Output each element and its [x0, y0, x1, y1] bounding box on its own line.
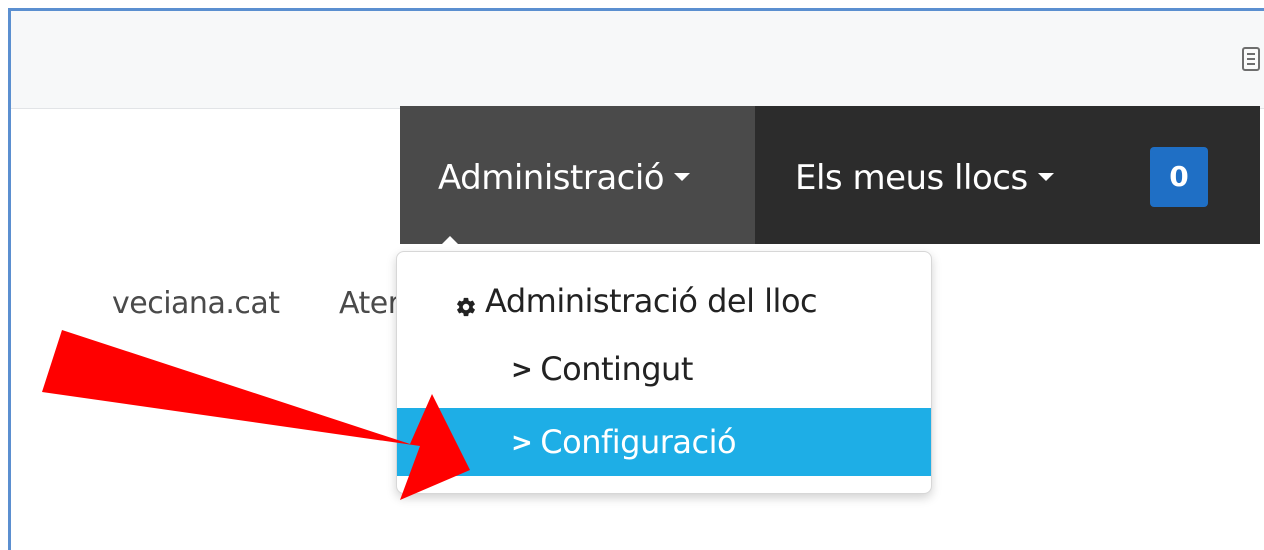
dropdown-header: Administració del lloc	[397, 282, 931, 320]
dropdown-pointer	[436, 236, 464, 250]
site-link[interactable]: veciana.cat	[112, 286, 280, 321]
nav-item-els-meus-llocs[interactable]: Els meus llocs	[795, 158, 1054, 198]
caret-down-icon	[1037, 172, 1054, 181]
chevron-right-icon: >	[511, 355, 533, 385]
nav-item-administracio-label: Administració	[438, 158, 665, 198]
nav-item-administracio[interactable]: Administració	[438, 158, 691, 198]
admin-dropdown-menu: Administració del lloc > Contingut > Confi…	[396, 251, 932, 494]
browser-toolbar	[11, 11, 1264, 109]
chevron-right-icon: >	[511, 428, 533, 458]
dropdown-header-label: Administració del lloc	[485, 282, 818, 320]
menu-item-contingut-label: Contingut	[540, 350, 693, 388]
notification-badge[interactable]: 0	[1150, 147, 1208, 207]
menu-item-configuracio-label: Configuració	[540, 423, 737, 461]
nav-item-els-meus-llocs-label: Els meus llocs	[795, 158, 1028, 198]
partial-link[interactable]: Ater	[339, 286, 400, 321]
menu-item-configuracio[interactable]: > Configuració	[397, 408, 931, 476]
caret-down-icon	[674, 172, 691, 181]
reader-view-icon[interactable]	[1242, 47, 1260, 71]
menu-item-contingut[interactable]: > Contingut	[397, 350, 931, 388]
